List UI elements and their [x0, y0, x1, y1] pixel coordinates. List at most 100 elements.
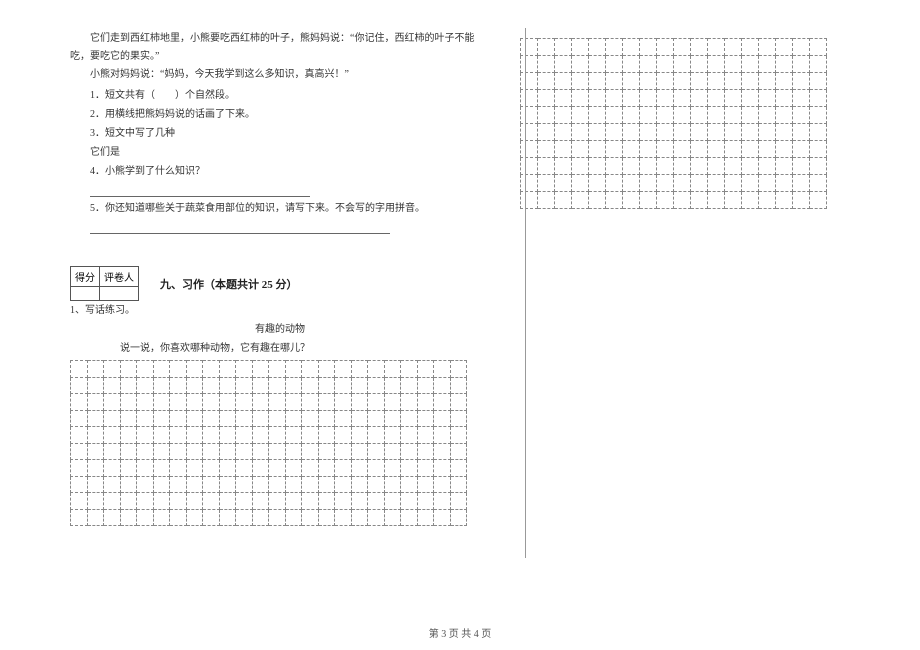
writing-cell[interactable]: [368, 509, 385, 526]
writing-cell[interactable]: [572, 141, 589, 158]
writing-cell[interactable]: [640, 56, 657, 73]
writing-cell[interactable]: [203, 476, 220, 493]
writing-cell[interactable]: [555, 175, 572, 192]
writing-cell[interactable]: [87, 443, 104, 460]
writing-cell[interactable]: [318, 443, 335, 460]
writing-cell[interactable]: [186, 443, 203, 460]
writing-cell[interactable]: [572, 39, 589, 56]
writing-cell[interactable]: [236, 509, 253, 526]
writing-cell[interactable]: [776, 158, 793, 175]
writing-cell[interactable]: [793, 124, 810, 141]
writing-cell[interactable]: [538, 90, 555, 107]
writing-cell[interactable]: [623, 107, 640, 124]
writing-cell[interactable]: [335, 460, 352, 477]
writing-cell[interactable]: [203, 460, 220, 477]
writing-cell[interactable]: [521, 158, 538, 175]
writing-cell[interactable]: [793, 158, 810, 175]
writing-cell[interactable]: [555, 90, 572, 107]
writing-cell[interactable]: [742, 141, 759, 158]
writing-cell[interactable]: [810, 192, 827, 209]
writing-cell[interactable]: [776, 192, 793, 209]
writing-cell[interactable]: [203, 394, 220, 411]
writing-cell[interactable]: [708, 39, 725, 56]
writing-cell[interactable]: [606, 158, 623, 175]
writing-cell[interactable]: [725, 141, 742, 158]
writing-cell[interactable]: [368, 460, 385, 477]
writing-cell[interactable]: [335, 443, 352, 460]
writing-cell[interactable]: [674, 39, 691, 56]
writing-cell[interactable]: [572, 192, 589, 209]
writing-cell[interactable]: [120, 476, 137, 493]
writing-cell[interactable]: [589, 175, 606, 192]
writing-cell[interactable]: [776, 175, 793, 192]
writing-cell[interactable]: [759, 90, 776, 107]
writing-cell[interactable]: [269, 509, 286, 526]
writing-cell[interactable]: [555, 39, 572, 56]
writing-cell[interactable]: [302, 443, 319, 460]
writing-cell[interactable]: [538, 158, 555, 175]
writing-cell[interactable]: [623, 73, 640, 90]
writing-cell[interactable]: [521, 124, 538, 141]
writing-cell[interactable]: [401, 476, 418, 493]
writing-cell[interactable]: [104, 443, 121, 460]
writing-cell[interactable]: [252, 427, 269, 444]
writing-cell[interactable]: [87, 509, 104, 526]
writing-cell[interactable]: [538, 192, 555, 209]
writing-cell[interactable]: [302, 493, 319, 510]
writing-cell[interactable]: [219, 427, 236, 444]
writing-cell[interactable]: [691, 39, 708, 56]
writing-cell[interactable]: [640, 124, 657, 141]
writing-cell[interactable]: [384, 410, 401, 427]
writing-cell[interactable]: [657, 73, 674, 90]
writing-cell[interactable]: [252, 493, 269, 510]
writing-cell[interactable]: [335, 509, 352, 526]
writing-cell[interactable]: [793, 39, 810, 56]
writing-cell[interactable]: [742, 192, 759, 209]
writing-cell[interactable]: [521, 175, 538, 192]
writing-cell[interactable]: [318, 493, 335, 510]
writing-cell[interactable]: [810, 90, 827, 107]
writing-cell[interactable]: [104, 377, 121, 394]
writing-cell[interactable]: [708, 141, 725, 158]
writing-cell[interactable]: [285, 509, 302, 526]
writing-cell[interactable]: [555, 107, 572, 124]
writing-cell[interactable]: [674, 107, 691, 124]
writing-cell[interactable]: [170, 361, 187, 378]
writing-cell[interactable]: [623, 158, 640, 175]
writing-cell[interactable]: [285, 394, 302, 411]
writing-cell[interactable]: [252, 443, 269, 460]
writing-cell[interactable]: [708, 107, 725, 124]
writing-cell[interactable]: [351, 493, 368, 510]
writing-cell[interactable]: [203, 493, 220, 510]
writing-cell[interactable]: [153, 410, 170, 427]
writing-cell[interactable]: [708, 192, 725, 209]
writing-cell[interactable]: [384, 361, 401, 378]
writing-cell[interactable]: [417, 394, 434, 411]
writing-cell[interactable]: [725, 73, 742, 90]
writing-cell[interactable]: [417, 476, 434, 493]
writing-cell[interactable]: [219, 394, 236, 411]
writing-cell[interactable]: [351, 443, 368, 460]
writing-cell[interactable]: [742, 124, 759, 141]
writing-cell[interactable]: [742, 175, 759, 192]
writing-cell[interactable]: [742, 107, 759, 124]
writing-cell[interactable]: [538, 73, 555, 90]
writing-cell[interactable]: [759, 73, 776, 90]
writing-cell[interactable]: [137, 377, 154, 394]
writing-cell[interactable]: [521, 192, 538, 209]
writing-cell[interactable]: [434, 443, 451, 460]
writing-cell[interactable]: [555, 192, 572, 209]
writing-cell[interactable]: [401, 443, 418, 460]
writing-cell[interactable]: [236, 394, 253, 411]
writing-cell[interactable]: [691, 107, 708, 124]
writing-cell[interactable]: [219, 476, 236, 493]
writing-cell[interactable]: [623, 124, 640, 141]
writing-cell[interactable]: [725, 90, 742, 107]
writing-cell[interactable]: [725, 56, 742, 73]
writing-cell[interactable]: [87, 460, 104, 477]
writing-cell[interactable]: [120, 443, 137, 460]
writing-grid-left[interactable]: [70, 360, 467, 526]
writing-cell[interactable]: [269, 476, 286, 493]
writing-cell[interactable]: [137, 460, 154, 477]
writing-cell[interactable]: [434, 410, 451, 427]
